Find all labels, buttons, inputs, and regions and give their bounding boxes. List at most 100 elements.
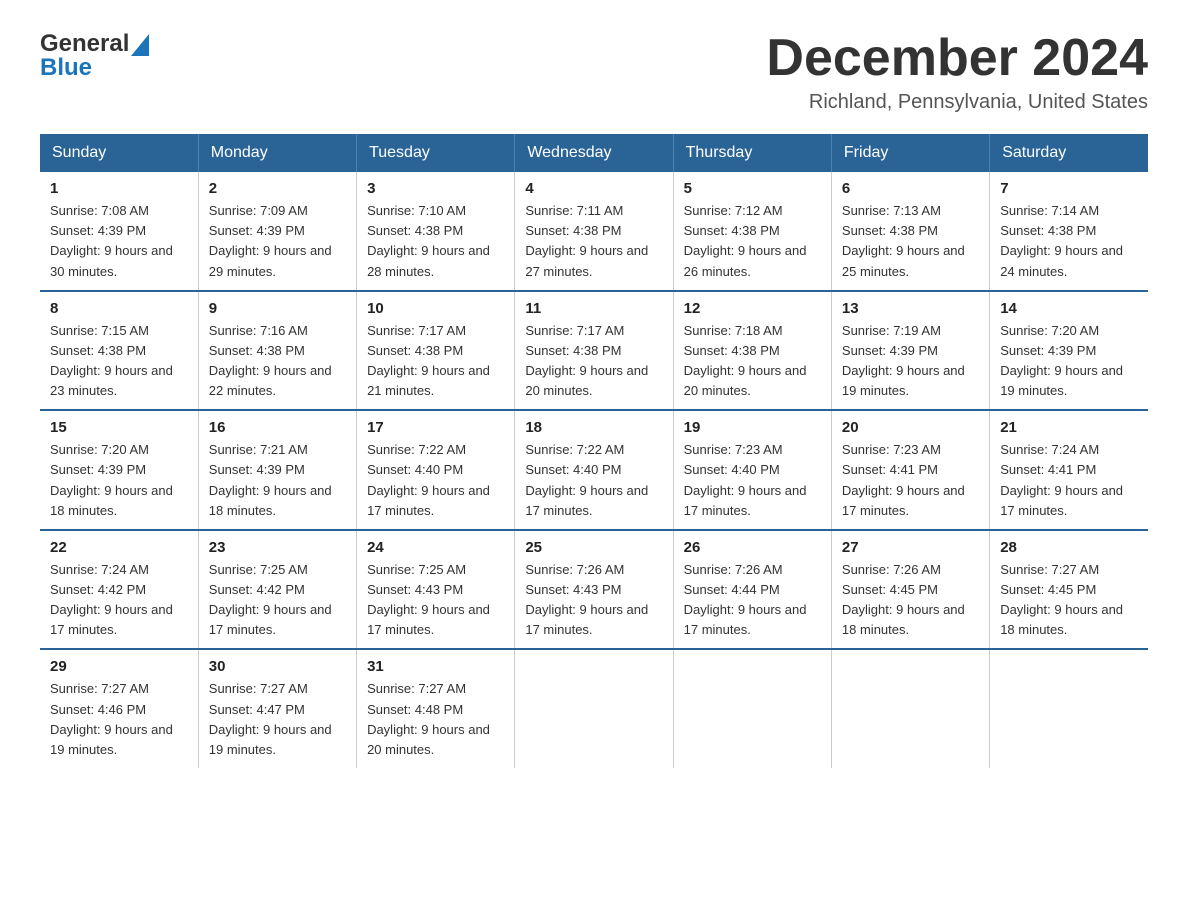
calendar-cell: 17 Sunrise: 7:22 AMSunset: 4:40 PMDayligh… xyxy=(357,410,515,530)
col-header-monday: Monday xyxy=(198,134,356,172)
calendar-week-row: 8 Sunrise: 7:15 AMSunset: 4:38 PMDaylight… xyxy=(40,291,1148,411)
day-number: 13 xyxy=(842,300,979,317)
calendar-week-row: 1 Sunrise: 7:08 AMSunset: 4:39 PMDaylight… xyxy=(40,172,1148,291)
day-info: Sunrise: 7:08 AMSunset: 4:39 PMDaylight:… xyxy=(50,201,188,282)
day-info: Sunrise: 7:27 AMSunset: 4:46 PMDaylight:… xyxy=(50,679,188,760)
day-info: Sunrise: 7:23 AMSunset: 4:41 PMDaylight:… xyxy=(842,440,979,521)
month-title: December 2024 xyxy=(766,30,1148,87)
day-info: Sunrise: 7:21 AMSunset: 4:39 PMDaylight:… xyxy=(209,440,346,521)
day-number: 10 xyxy=(367,300,504,317)
day-number: 28 xyxy=(1000,539,1138,556)
calendar-cell: 18 Sunrise: 7:22 AMSunset: 4:40 PMDayligh… xyxy=(515,410,673,530)
day-number: 1 xyxy=(50,180,188,197)
logo: General Blue xyxy=(40,30,149,82)
day-info: Sunrise: 7:12 AMSunset: 4:38 PMDaylight:… xyxy=(684,201,821,282)
day-info: Sunrise: 7:20 AMSunset: 4:39 PMDaylight:… xyxy=(50,440,188,521)
calendar-cell: 6Sunrise: 7:13 AMSunset: 4:38 PMDaylight… xyxy=(831,172,989,291)
calendar-cell: 16 Sunrise: 7:21 AMSunset: 4:39 PMDayligh… xyxy=(198,410,356,530)
day-info: Sunrise: 7:19 AMSunset: 4:39 PMDaylight:… xyxy=(842,321,979,402)
col-header-saturday: Saturday xyxy=(990,134,1148,172)
day-info: Sunrise: 7:09 AMSunset: 4:39 PMDaylight:… xyxy=(209,201,346,282)
day-info: Sunrise: 7:26 AMSunset: 4:45 PMDaylight:… xyxy=(842,560,979,641)
day-number: 27 xyxy=(842,539,979,556)
col-header-tuesday: Tuesday xyxy=(357,134,515,172)
calendar-cell: 13 Sunrise: 7:19 AMSunset: 4:39 PMDayligh… xyxy=(831,291,989,411)
calendar-cell: 28 Sunrise: 7:27 AMSunset: 4:45 PMDayligh… xyxy=(990,530,1148,650)
day-number: 11 xyxy=(525,300,662,317)
calendar-cell: 22Sunrise: 7:24 AMSunset: 4:42 PMDayligh… xyxy=(40,530,198,650)
day-number: 26 xyxy=(684,539,821,556)
calendar-cell: 1 Sunrise: 7:08 AMSunset: 4:39 PMDaylight… xyxy=(40,172,198,291)
logo-blue-text: Blue xyxy=(40,54,92,81)
day-info: Sunrise: 7:27 AMSunset: 4:45 PMDaylight:… xyxy=(1000,560,1138,641)
day-number: 17 xyxy=(367,419,504,436)
day-number: 14 xyxy=(1000,300,1138,317)
day-info: Sunrise: 7:24 AMSunset: 4:41 PMDaylight:… xyxy=(1000,440,1138,521)
calendar-header-row: SundayMondayTuesdayWednesdayThursdayFrid… xyxy=(40,134,1148,172)
calendar-cell xyxy=(990,649,1148,768)
day-number: 15 xyxy=(50,419,188,436)
calendar-week-row: 22Sunrise: 7:24 AMSunset: 4:42 PMDayligh… xyxy=(40,530,1148,650)
header: General Blue December 2024 Richland, Pen… xyxy=(40,30,1148,114)
col-header-thursday: Thursday xyxy=(673,134,831,172)
calendar-cell: 21 Sunrise: 7:24 AMSunset: 4:41 PMDayligh… xyxy=(990,410,1148,530)
day-number: 30 xyxy=(209,658,346,675)
day-info: Sunrise: 7:27 AMSunset: 4:47 PMDaylight:… xyxy=(209,679,346,760)
day-info: Sunrise: 7:27 AMSunset: 4:48 PMDaylight:… xyxy=(367,679,504,760)
day-number: 31 xyxy=(367,658,504,675)
day-number: 29 xyxy=(50,658,188,675)
calendar-cell: 4 Sunrise: 7:11 AMSunset: 4:38 PMDaylight… xyxy=(515,172,673,291)
calendar-cell: 12Sunrise: 7:18 AMSunset: 4:38 PMDayligh… xyxy=(673,291,831,411)
day-number: 4 xyxy=(525,180,662,197)
calendar-cell: 25Sunrise: 7:26 AMSunset: 4:43 PMDayligh… xyxy=(515,530,673,650)
day-number: 16 xyxy=(209,419,346,436)
day-info: Sunrise: 7:24 AMSunset: 4:42 PMDaylight:… xyxy=(50,560,188,641)
calendar-cell: 10 Sunrise: 7:17 AMSunset: 4:38 PMDayligh… xyxy=(357,291,515,411)
calendar-cell: 11 Sunrise: 7:17 AMSunset: 4:38 PMDayligh… xyxy=(515,291,673,411)
col-header-friday: Friday xyxy=(831,134,989,172)
day-info: Sunrise: 7:20 AMSunset: 4:39 PMDaylight:… xyxy=(1000,321,1138,402)
day-info: Sunrise: 7:13 AMSunset: 4:38 PMDaylight:… xyxy=(842,201,979,282)
day-info: Sunrise: 7:26 AMSunset: 4:44 PMDaylight:… xyxy=(684,560,821,641)
day-info: Sunrise: 7:15 AMSunset: 4:38 PMDaylight:… xyxy=(50,321,188,402)
day-number: 23 xyxy=(209,539,346,556)
calendar-cell: 19 Sunrise: 7:23 AMSunset: 4:40 PMDayligh… xyxy=(673,410,831,530)
calendar-cell: 20Sunrise: 7:23 AMSunset: 4:41 PMDayligh… xyxy=(831,410,989,530)
day-number: 3 xyxy=(367,180,504,197)
calendar-cell: 23 Sunrise: 7:25 AMSunset: 4:42 PMDayligh… xyxy=(198,530,356,650)
day-info: Sunrise: 7:23 AMSunset: 4:40 PMDaylight:… xyxy=(684,440,821,521)
calendar-cell: 31 Sunrise: 7:27 AMSunset: 4:48 PMDayligh… xyxy=(357,649,515,768)
day-number: 8 xyxy=(50,300,188,317)
calendar-cell: 14 Sunrise: 7:20 AMSunset: 4:39 PMDayligh… xyxy=(990,291,1148,411)
col-header-wednesday: Wednesday xyxy=(515,134,673,172)
day-number: 19 xyxy=(684,419,821,436)
calendar-cell: 26 Sunrise: 7:26 AMSunset: 4:44 PMDayligh… xyxy=(673,530,831,650)
calendar-cell: 30 Sunrise: 7:27 AMSunset: 4:47 PMDayligh… xyxy=(198,649,356,768)
calendar-cell xyxy=(673,649,831,768)
day-number: 18 xyxy=(525,419,662,436)
calendar-cell: 8 Sunrise: 7:15 AMSunset: 4:38 PMDaylight… xyxy=(40,291,198,411)
day-info: Sunrise: 7:14 AMSunset: 4:38 PMDaylight:… xyxy=(1000,201,1138,282)
calendar-week-row: 29 Sunrise: 7:27 AMSunset: 4:46 PMDayligh… xyxy=(40,649,1148,768)
day-info: Sunrise: 7:11 AMSunset: 4:38 PMDaylight:… xyxy=(525,201,662,282)
day-number: 24 xyxy=(367,539,504,556)
day-info: Sunrise: 7:22 AMSunset: 4:40 PMDaylight:… xyxy=(525,440,662,521)
logo-line2: Blue xyxy=(40,54,149,82)
day-info: Sunrise: 7:25 AMSunset: 4:42 PMDaylight:… xyxy=(209,560,346,641)
calendar-cell: 9Sunrise: 7:16 AMSunset: 4:38 PMDaylight… xyxy=(198,291,356,411)
day-number: 21 xyxy=(1000,419,1138,436)
day-info: Sunrise: 7:25 AMSunset: 4:43 PMDaylight:… xyxy=(367,560,504,641)
day-number: 2 xyxy=(209,180,346,197)
day-info: Sunrise: 7:22 AMSunset: 4:40 PMDaylight:… xyxy=(367,440,504,521)
day-number: 5 xyxy=(684,180,821,197)
day-number: 25 xyxy=(525,539,662,556)
calendar-table: SundayMondayTuesdayWednesdayThursdayFrid… xyxy=(40,134,1148,768)
calendar-cell xyxy=(515,649,673,768)
col-header-sunday: Sunday xyxy=(40,134,198,172)
day-info: Sunrise: 7:17 AMSunset: 4:38 PMDaylight:… xyxy=(525,321,662,402)
calendar-cell: 3Sunrise: 7:10 AMSunset: 4:38 PMDaylight… xyxy=(357,172,515,291)
logo-triangle-icon xyxy=(131,30,149,58)
day-number: 9 xyxy=(209,300,346,317)
day-info: Sunrise: 7:17 AMSunset: 4:38 PMDaylight:… xyxy=(367,321,504,402)
calendar-cell xyxy=(831,649,989,768)
